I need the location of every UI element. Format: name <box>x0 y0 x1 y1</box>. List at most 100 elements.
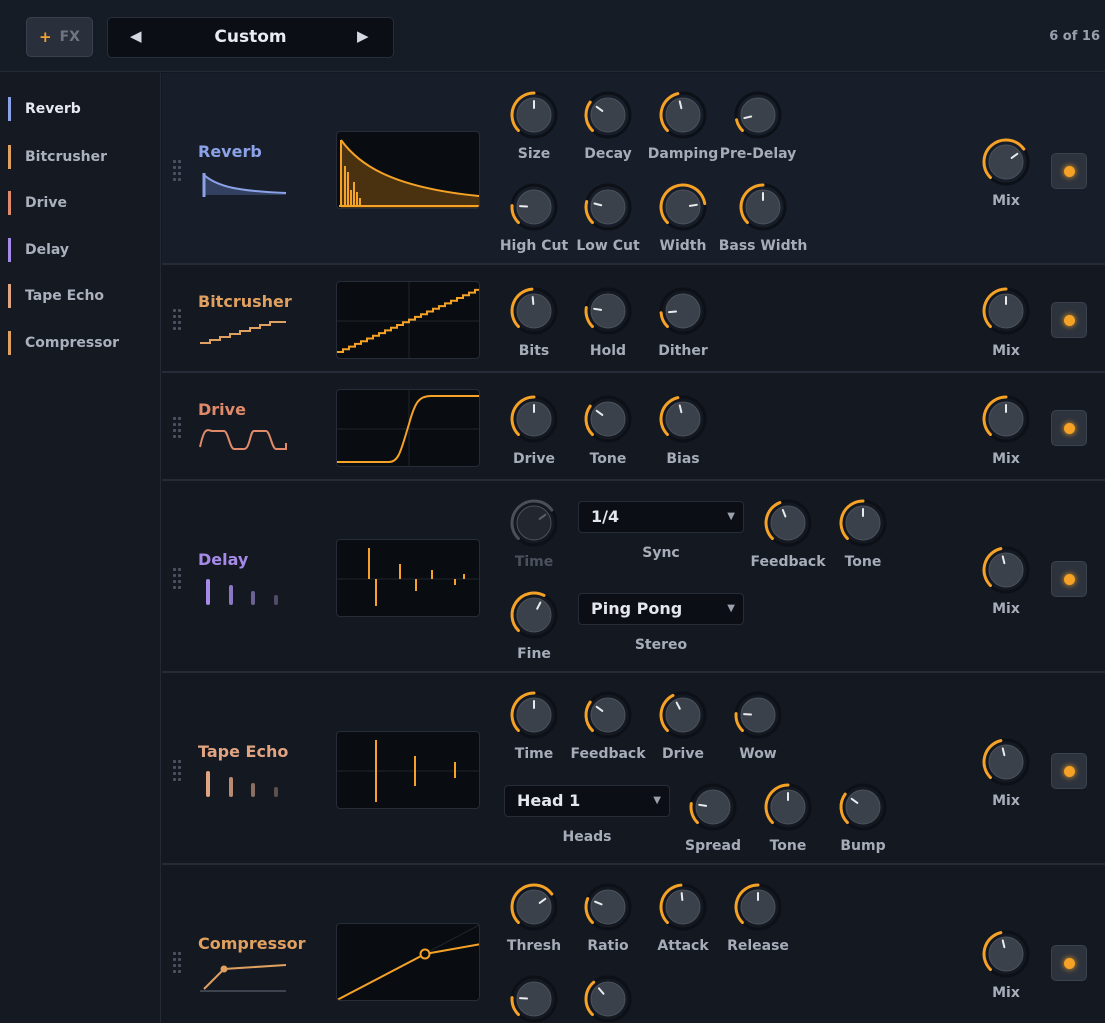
tape-echo-time-knob[interactable] <box>509 690 559 740</box>
tape-echo-bump-knob[interactable] <box>838 782 888 832</box>
module-drive: Drive Drive Tone Bias Mix <box>162 373 1105 481</box>
add-fx-button[interactable]: + FX <box>26 17 93 57</box>
reverb-icon <box>202 173 287 197</box>
drive-mix-knob[interactable] <box>981 394 1031 444</box>
power-indicator-icon <box>1064 315 1075 326</box>
drag-handle-icon[interactable] <box>173 309 183 331</box>
reverb-mix-label: Mix <box>992 193 1020 209</box>
delay-stereo-dropdown[interactable]: Ping Pong ▼ <box>578 593 744 625</box>
module-delay: Delay Time 1/4 ▼ Sync Feedback Tone Fine… <box>162 481 1105 673</box>
compressor-extra-knob-1[interactable] <box>509 974 559 1023</box>
sidebar-item-reverb[interactable]: Reverb <box>8 97 81 121</box>
tape-echo-icon <box>206 771 278 797</box>
delay-tone-knob[interactable] <box>838 498 888 548</box>
drive-power-button[interactable] <box>1051 410 1087 446</box>
tape-echo-display <box>336 731 480 809</box>
sidebar-item-label: Tape Echo <box>25 288 105 304</box>
tape-echo-tone-knob[interactable] <box>763 782 813 832</box>
effects-sidebar: Reverb Bitcrusher Drive Delay Tape Echo … <box>0 73 161 1023</box>
tape-echo-drive-knob[interactable] <box>658 690 708 740</box>
module-reverb: Reverb Size Decay Damping Pre-Delay High… <box>162 73 1105 265</box>
delay-mix-label: Mix <box>992 601 1020 617</box>
tape-echo-heads-label: Heads <box>562 829 612 845</box>
compressor-thresh-knob[interactable] <box>509 882 559 932</box>
reverb-damping-knob[interactable] <box>658 90 708 140</box>
drag-handle-icon[interactable] <box>173 568 183 590</box>
drag-handle-icon[interactable] <box>173 160 183 182</box>
compressor-release-knob[interactable] <box>733 882 783 932</box>
tape-echo-mix-label: Mix <box>992 793 1020 809</box>
power-indicator-icon <box>1064 766 1075 777</box>
compressor-mix-knob[interactable] <box>981 929 1031 979</box>
reverb-width-knob[interactable] <box>658 182 708 232</box>
reverb-decay-knob[interactable] <box>583 90 633 140</box>
module-compressor: Compressor Thresh Ratio Attack Release M… <box>162 865 1105 1023</box>
tape-echo-feedback-knob[interactable] <box>583 690 633 740</box>
sidebar-item-compressor[interactable]: Compressor <box>8 331 119 355</box>
bitcrusher-dither-knob[interactable] <box>658 286 708 336</box>
sidebar-item-delay[interactable]: Delay <box>8 238 69 262</box>
reverb-mix-knob[interactable] <box>981 137 1031 187</box>
compressor-power-button[interactable] <box>1051 945 1087 981</box>
reverb-pre-delay-knob[interactable] <box>733 90 783 140</box>
triangle-right-icon[interactable]: ▶ <box>357 27 369 45</box>
delay-mix-knob[interactable] <box>981 545 1031 595</box>
add-fx-label: FX <box>59 29 80 45</box>
sidebar-item-drive[interactable]: Drive <box>8 191 67 215</box>
reverb-bass-width-label: Bass Width <box>718 238 808 254</box>
sidebar-item-tape-echo[interactable]: Tape Echo <box>8 284 104 308</box>
delay-time-knob[interactable] <box>509 498 559 548</box>
tape-echo-power-button[interactable] <box>1051 753 1087 789</box>
top-toolbar: + FX ◀ Custom ▶ 6 of 16 <box>0 0 1105 72</box>
delay-stereo-label: Stereo <box>634 637 688 653</box>
tape-echo-heads-dropdown[interactable]: Head 1 ▼ <box>504 785 670 817</box>
drive-drive-knob[interactable] <box>509 394 559 444</box>
sidebar-item-label: Delay <box>25 242 70 258</box>
tape-echo-wow-knob[interactable] <box>733 690 783 740</box>
drive-tone-knob[interactable] <box>583 394 633 444</box>
reverb-power-button[interactable] <box>1051 153 1087 189</box>
bitcrusher-mix-knob[interactable] <box>981 286 1031 336</box>
delay-fine-knob[interactable] <box>509 590 559 640</box>
delay-sync-dropdown[interactable]: 1/4 ▼ <box>578 501 744 533</box>
reverb-high-cut-knob[interactable] <box>509 182 559 232</box>
drag-handle-icon[interactable] <box>173 952 183 974</box>
bitcrusher-display <box>336 281 480 359</box>
drive-bias-label: Bias <box>666 451 700 467</box>
chevron-down-icon: ▼ <box>727 603 735 614</box>
reverb-low-cut-knob[interactable] <box>583 182 633 232</box>
compressor-attack-knob[interactable] <box>658 882 708 932</box>
reverb-size-knob[interactable] <box>509 90 559 140</box>
bitcrusher-hold-knob[interactable] <box>583 286 633 336</box>
tape-echo-bump-label: Bump <box>840 838 886 854</box>
drag-handle-icon[interactable] <box>173 417 183 439</box>
bitcrusher-bits-knob[interactable] <box>509 286 559 336</box>
drive-bias-knob[interactable] <box>658 394 708 444</box>
reverb-display <box>336 131 480 209</box>
delay-icon <box>206 579 278 605</box>
sidebar-item-label: Bitcrusher <box>25 149 108 165</box>
plus-icon: + <box>39 28 52 46</box>
module-title-reverb: Reverb <box>198 142 262 161</box>
power-indicator-icon <box>1064 423 1075 434</box>
sidebar-item-label: Compressor <box>25 335 120 351</box>
delay-power-button[interactable] <box>1051 561 1087 597</box>
power-indicator-icon <box>1064 574 1075 585</box>
compressor-ratio-knob[interactable] <box>583 882 633 932</box>
compressor-extra-knob-2[interactable] <box>583 974 633 1023</box>
drive-mix-label: Mix <box>992 451 1020 467</box>
drag-handle-icon[interactable] <box>173 760 183 782</box>
sidebar-item-bitcrusher[interactable]: Bitcrusher <box>8 145 107 169</box>
tape-echo-spread-knob[interactable] <box>688 782 738 832</box>
preset-selector: ◀ Custom ▶ <box>107 17 394 58</box>
delay-feedback-knob[interactable] <box>763 498 813 548</box>
power-indicator-icon <box>1064 958 1075 969</box>
drive-display <box>336 389 480 467</box>
preset-name[interactable]: Custom <box>108 27 393 47</box>
delay-sync-value: 1/4 <box>591 507 620 526</box>
reverb-bass-width-knob[interactable] <box>738 182 788 232</box>
module-tape-echo: Tape Echo Time Feedback Drive Wow Head 1… <box>162 673 1105 865</box>
compressor-mix-label: Mix <box>992 985 1020 1001</box>
bitcrusher-power-button[interactable] <box>1051 302 1087 338</box>
tape-echo-mix-knob[interactable] <box>981 737 1031 787</box>
